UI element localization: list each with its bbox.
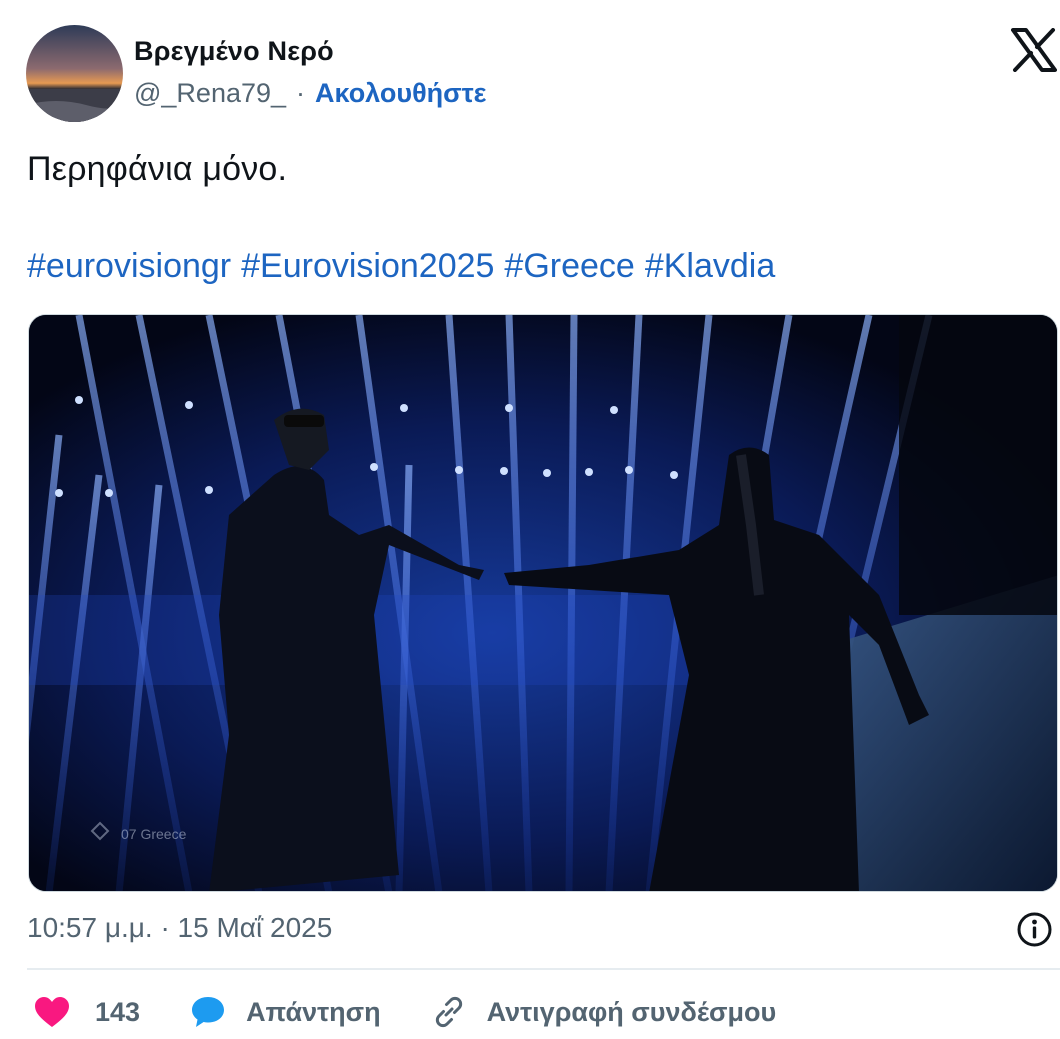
heart-icon: [35, 997, 69, 1027]
tweet-text: Περηφάνια μόνο.: [27, 150, 288, 188]
tweet-media-image[interactable]: 07 Greece: [28, 314, 1058, 892]
follow-button[interactable]: Ακολουθήστε: [315, 78, 486, 109]
reply-button[interactable]: Απάντηση: [190, 995, 381, 1029]
handle-row: @_Rena79_ · Ακολουθήστε: [134, 78, 487, 109]
media-watermark: 07 Greece: [121, 826, 187, 842]
like-button[interactable]: 143: [33, 995, 140, 1029]
hashtag-link[interactable]: #eurovisiongr: [27, 247, 231, 286]
reply-bubble-icon: [192, 997, 225, 1027]
tweet-embed: Βρεγμένο Νερό @_Rena79_ · Ακολουθήστε Πε…: [0, 0, 1060, 1039]
action-bar: 143 Απάντηση Αντιγραφή συνδέσμου: [33, 990, 776, 1034]
handle-separator: ·: [296, 78, 306, 108]
display-name[interactable]: Βρεγμένο Νερό: [134, 36, 334, 67]
like-count: 143: [95, 996, 141, 1027]
tweet-timestamp[interactable]: 10:57 μ.μ. · 15 Μαΐ 2025: [27, 912, 332, 944]
user-handle[interactable]: @_Rena79_: [134, 78, 286, 109]
avatar[interactable]: [26, 25, 123, 122]
copy-link-label: Αντιγραφή συνδέσμου: [486, 996, 777, 1027]
hashtag-link[interactable]: #Greece: [504, 247, 634, 286]
hashtag-link[interactable]: #Klavdia: [645, 247, 775, 286]
reply-label: Απάντηση: [246, 996, 381, 1027]
x-logo-icon[interactable]: [1011, 28, 1057, 72]
copy-link-button[interactable]: Αντιγραφή συνδέσμου: [431, 994, 777, 1030]
hashtag-link[interactable]: #Eurovision2025: [241, 247, 494, 286]
hashtag-list: #eurovisiongr #Eurovision2025 #Greece #K…: [27, 247, 775, 286]
info-icon[interactable]: [1016, 911, 1053, 948]
divider: [27, 968, 1060, 970]
link-icon: [435, 996, 462, 1028]
